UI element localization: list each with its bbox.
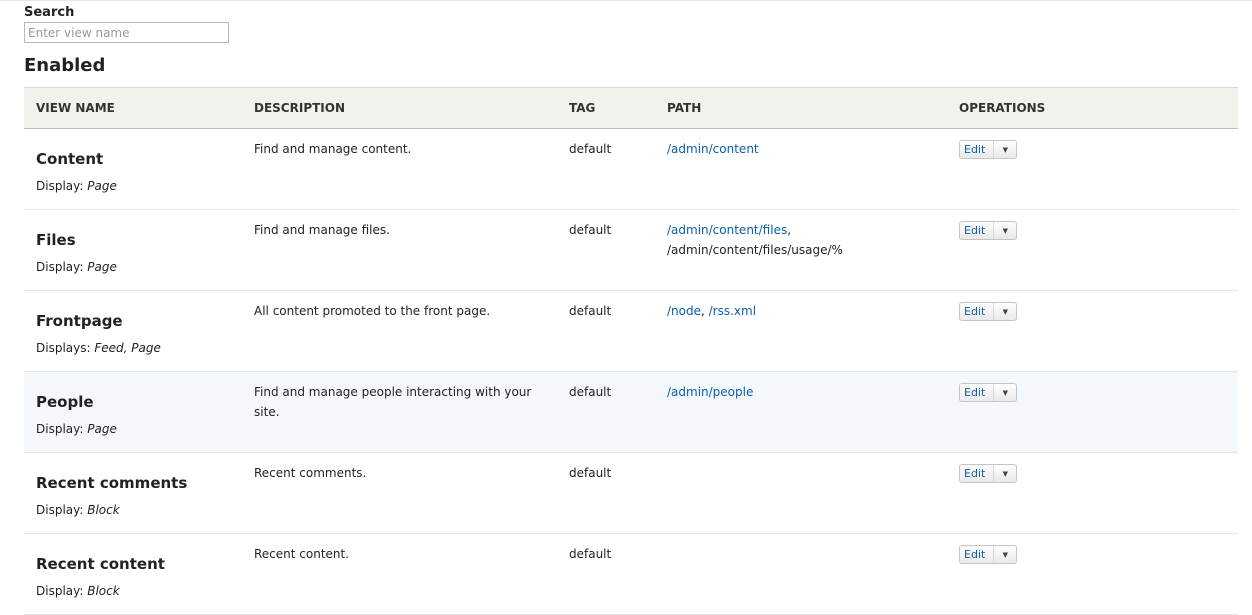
chevron-down-icon[interactable]: ▼ xyxy=(994,222,1016,239)
cell-operations: Edit ▼ xyxy=(947,290,1238,372)
path-link[interactable]: /admin/content xyxy=(667,142,759,156)
edit-button[interactable]: Edit xyxy=(960,465,995,482)
display-types: Feed, Page xyxy=(94,341,161,355)
chevron-down-icon[interactable]: ▼ xyxy=(994,465,1016,482)
display-types: Block xyxy=(87,584,120,598)
cell-path xyxy=(655,452,947,534)
view-name: Files xyxy=(36,231,76,249)
cell-path: /node, /rss.xml xyxy=(655,290,947,372)
path-separator: , xyxy=(787,223,792,237)
cell-description: Recent comments. xyxy=(242,452,557,534)
table-row: Content Display: Page Find and manage co… xyxy=(24,128,1238,210)
views-table: VIEW NAME DESCRIPTION TAG PATH OPERATION… xyxy=(24,87,1238,615)
table-row: Files Display: Page Find and manage file… xyxy=(24,209,1238,291)
display-label: Display: xyxy=(36,260,84,274)
search-input[interactable] xyxy=(24,22,229,43)
edit-button[interactable]: Edit xyxy=(960,303,995,320)
operations-dropbutton: Edit ▼ xyxy=(959,545,1018,564)
cell-tag: default xyxy=(557,452,655,534)
view-name: Recent comments xyxy=(36,474,188,492)
cell-view-name: Recent comments Display: Block xyxy=(24,452,242,534)
cell-path: /admin/content/files, /admin/content/fil… xyxy=(655,209,947,291)
cell-tag: default xyxy=(557,209,655,291)
search-label: Search xyxy=(24,5,75,20)
table-row: Recent comments Display: Block Recent co… xyxy=(24,452,1238,534)
display-label: Display: xyxy=(36,503,84,517)
view-display: Display: Page xyxy=(36,259,242,275)
path-link[interactable]: /rss.xml xyxy=(709,304,756,318)
display-label: Display: xyxy=(36,179,84,193)
cell-tag: default xyxy=(557,290,655,372)
cell-tag: default xyxy=(557,128,655,210)
column-header-path: PATH xyxy=(655,87,947,129)
view-name: Content xyxy=(36,150,104,168)
table-row: People Display: Page Find and manage peo… xyxy=(24,371,1238,453)
cell-view-name: Frontpage Displays: Feed, Page xyxy=(24,290,242,372)
table-row: Recent content Display: Block Recent con… xyxy=(24,533,1238,615)
view-display: Displays: Feed, Page xyxy=(36,340,242,356)
cell-operations: Edit ▼ xyxy=(947,209,1238,291)
cell-operations: Edit ▼ xyxy=(947,371,1238,453)
path-separator: , xyxy=(701,304,709,318)
operations-dropbutton: Edit ▼ xyxy=(959,140,1018,159)
path-link[interactable]: /admin/people xyxy=(667,385,753,399)
cell-view-name: People Display: Page xyxy=(24,371,242,453)
cell-operations: Edit ▼ xyxy=(947,128,1238,210)
view-display: Display: Block xyxy=(36,502,242,518)
cell-path xyxy=(655,533,947,615)
cell-description: All content promoted to the front page. xyxy=(242,290,557,372)
column-header-view-name: VIEW NAME xyxy=(24,87,242,129)
column-header-operations: OPERATIONS xyxy=(947,87,1238,129)
operations-dropbutton: Edit ▼ xyxy=(959,302,1018,321)
cell-operations: Edit ▼ xyxy=(947,533,1238,615)
edit-button[interactable]: Edit xyxy=(960,222,995,239)
cell-operations: Edit ▼ xyxy=(947,452,1238,534)
cell-description: Recent content. xyxy=(242,533,557,615)
view-display: Display: Page xyxy=(36,421,242,437)
view-name: People xyxy=(36,393,94,411)
view-name: Frontpage xyxy=(36,312,123,330)
cell-tag: default xyxy=(557,533,655,615)
cell-description: Find and manage people interacting with … xyxy=(242,371,557,453)
chevron-down-icon[interactable]: ▼ xyxy=(994,303,1016,320)
chevron-down-icon[interactable]: ▼ xyxy=(994,546,1016,563)
display-types: Block xyxy=(87,503,120,517)
cell-tag: default xyxy=(557,371,655,453)
path-link[interactable]: /admin/content/files xyxy=(667,223,787,237)
cell-path: /admin/people xyxy=(655,371,947,453)
display-types: Page xyxy=(87,422,117,436)
column-header-tag: TAG xyxy=(557,87,655,129)
display-types: Page xyxy=(87,260,117,274)
cell-description: Find and manage content. xyxy=(242,128,557,210)
chevron-down-icon[interactable]: ▼ xyxy=(994,384,1016,401)
operations-dropbutton: Edit ▼ xyxy=(959,464,1018,483)
display-label: Displays: xyxy=(36,341,91,355)
chevron-down-icon[interactable]: ▼ xyxy=(994,141,1016,158)
view-display: Display: Block xyxy=(36,583,242,599)
edit-button[interactable]: Edit xyxy=(960,384,995,401)
section-title: Enabled xyxy=(24,55,106,76)
display-label: Display: xyxy=(36,422,84,436)
view-display: Display: Page xyxy=(36,178,242,194)
path-text: /admin/content/files/usage/% xyxy=(667,243,843,257)
operations-dropbutton: Edit ▼ xyxy=(959,383,1018,402)
table-header-row: VIEW NAME DESCRIPTION TAG PATH OPERATION… xyxy=(24,87,1238,129)
cell-path: /admin/content xyxy=(655,128,947,210)
path-link[interactable]: /node xyxy=(667,304,701,318)
edit-button[interactable]: Edit xyxy=(960,546,995,563)
edit-button[interactable]: Edit xyxy=(960,141,995,158)
table-row: Frontpage Displays: Feed, Page All conte… xyxy=(24,290,1238,372)
cell-view-name: Recent content Display: Block xyxy=(24,533,242,615)
display-label: Display: xyxy=(36,584,84,598)
display-types: Page xyxy=(87,179,117,193)
operations-dropbutton: Edit ▼ xyxy=(959,221,1018,240)
view-name: Recent content xyxy=(36,555,165,573)
cell-view-name: Files Display: Page xyxy=(24,209,242,291)
column-header-description: DESCRIPTION xyxy=(242,87,557,129)
cell-view-name: Content Display: Page xyxy=(24,128,242,210)
cell-description: Find and manage files. xyxy=(242,209,557,291)
